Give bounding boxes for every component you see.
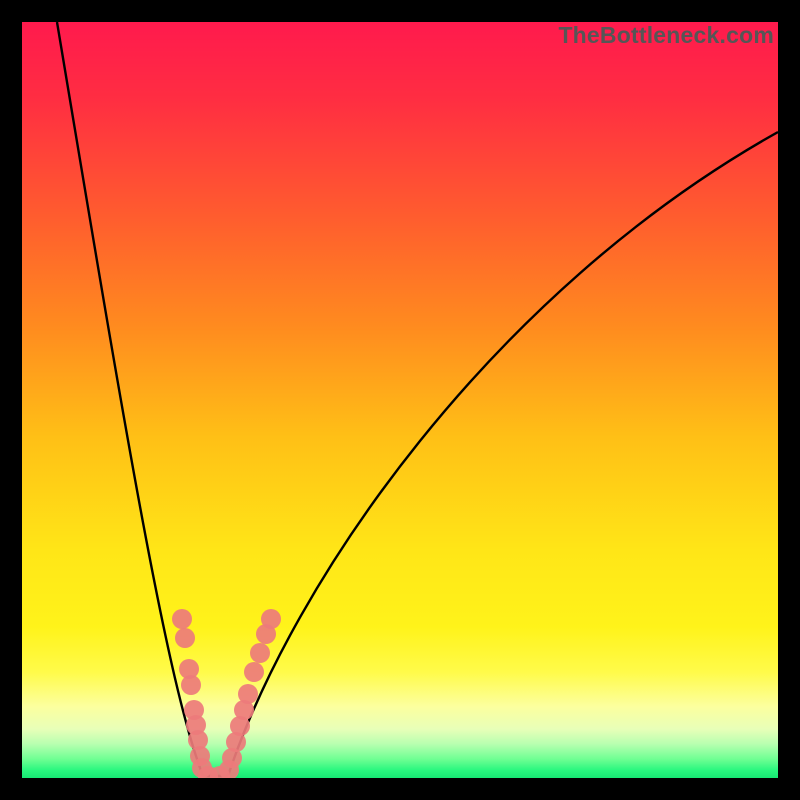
data-point (238, 684, 258, 704)
data-point (261, 609, 281, 629)
data-point (181, 675, 201, 695)
data-point (244, 662, 264, 682)
data-point (250, 643, 270, 663)
data-point (175, 628, 195, 648)
plot-area: TheBottleneck.com (22, 22, 778, 778)
watermark-label: TheBottleneck.com (558, 22, 774, 49)
gradient-background (22, 22, 778, 778)
data-point (172, 609, 192, 629)
chart-svg (22, 22, 778, 778)
